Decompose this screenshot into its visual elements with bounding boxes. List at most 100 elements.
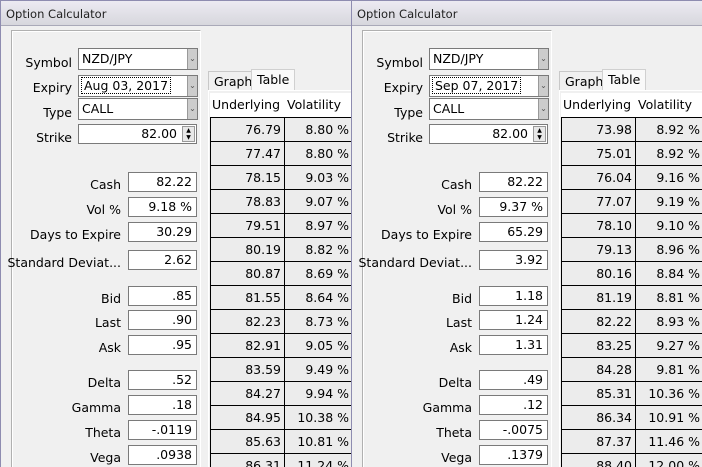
type-label: Type <box>394 105 423 120</box>
vega-field[interactable]: .1379 <box>479 445 548 465</box>
cash-field[interactable]: 82.22 <box>128 172 197 192</box>
volatility-cell: 10.36 % <box>648 386 700 401</box>
ask-field[interactable]: 1.31 <box>479 335 548 355</box>
chevron-down-icon[interactable]: ⌄ <box>187 76 197 96</box>
table-row[interactable]: 80.87 8.69 % <box>210 261 351 285</box>
table-row[interactable]: 77.07 9.19 % <box>561 189 702 213</box>
days-to-expire-field[interactable]: 65.29 <box>479 222 548 242</box>
expiry-label: Expiry <box>383 80 423 95</box>
last-field[interactable]: 1.24 <box>479 310 548 330</box>
vega-field[interactable]: .0938 <box>128 445 197 465</box>
tab-table[interactable]: Table <box>251 69 296 90</box>
table-row[interactable]: 84.27 9.94 % <box>210 381 351 405</box>
standard-deviat-field[interactable]: 3.92 <box>479 250 548 270</box>
chevron-down-icon[interactable]: ⌄ <box>187 99 197 119</box>
table-row[interactable]: 73.98 8.92 % <box>561 117 702 141</box>
chevron-down-icon[interactable]: ⌄ <box>538 49 548 69</box>
column-header-underlying[interactable]: Underlying <box>561 93 636 117</box>
vol-field[interactable]: 9.37 % <box>479 197 548 217</box>
volatility-cell: 9.81 % <box>656 362 700 377</box>
last-field[interactable]: .90 <box>128 310 197 330</box>
table-row[interactable]: 78.15 9.03 % <box>210 165 351 189</box>
volatility-cell: 8.73 % <box>305 314 349 329</box>
volatility-cell: 8.84 % <box>656 266 700 281</box>
volatility-cell: 9.19 % <box>656 194 700 209</box>
theta-field[interactable]: -.0119 <box>128 420 197 440</box>
volatility-cell: 9.10 % <box>656 218 700 233</box>
chevron-down-icon[interactable]: ⌄ <box>187 49 197 69</box>
type-combo[interactable]: CALL ⌄ <box>429 98 549 120</box>
last-label: Last <box>94 315 121 330</box>
table-row[interactable]: 76.04 9.16 % <box>561 165 702 189</box>
window-title: Option Calculator <box>352 0 702 26</box>
table-row[interactable]: 85.31 10.36 % <box>561 381 702 405</box>
table-row[interactable]: 79.13 8.96 % <box>561 237 702 261</box>
chevron-down-icon[interactable]: ⌄ <box>538 99 548 119</box>
expiry-combo[interactable]: Sep 07, 2017 ⌄ <box>429 75 549 97</box>
volatility-cell: 8.92 % <box>656 146 700 161</box>
ask-field[interactable]: .95 <box>128 335 197 355</box>
vol-field[interactable]: 9.18 % <box>128 197 197 217</box>
vol-label: Vol % <box>86 202 121 217</box>
theta-field[interactable]: -.0075 <box>479 420 548 440</box>
table-row[interactable]: 83.25 9.27 % <box>561 333 702 357</box>
underlying-cell: 75.01 <box>561 142 636 165</box>
column-header-underlying[interactable]: Underlying <box>210 93 285 117</box>
last-label: Last <box>445 315 472 330</box>
table-row[interactable]: 81.19 8.81 % <box>561 285 702 309</box>
delta-field[interactable]: .49 <box>479 370 548 390</box>
underlying-cell: 81.55 <box>210 286 285 309</box>
strike-spinner[interactable]: 82.00 ▲ ▼ <box>78 124 197 144</box>
volatility-cell: 9.03 % <box>305 170 349 185</box>
column-header-volatility[interactable]: Volatility <box>636 93 702 117</box>
table-row[interactable]: 87.37 11.46 % <box>561 429 702 453</box>
type-combo[interactable]: CALL ⌄ <box>78 98 198 120</box>
bid-field[interactable]: 1.18 <box>479 286 548 306</box>
bid-field[interactable]: .85 <box>128 286 197 306</box>
gamma-label: Gamma <box>422 400 472 415</box>
underlying-cell: 77.07 <box>561 190 636 213</box>
table-row[interactable]: 81.55 8.64 % <box>210 285 351 309</box>
table-row[interactable]: 77.47 8.80 % <box>210 141 351 165</box>
table-row[interactable]: 83.59 9.49 % <box>210 357 351 381</box>
underlying-cell: 84.28 <box>561 358 636 381</box>
table-row[interactable]: 82.91 9.05 % <box>210 333 351 357</box>
table-row[interactable]: 80.16 8.84 % <box>561 261 702 285</box>
table-row[interactable]: 82.22 8.93 % <box>561 309 702 333</box>
expiry-combo[interactable]: Aug 03, 2017 ⌄ <box>78 75 198 97</box>
underlying-cell: 81.19 <box>561 286 636 309</box>
volatility-cell: 9.27 % <box>656 338 700 353</box>
table-row[interactable]: 79.51 8.97 % <box>210 213 351 237</box>
gamma-field[interactable]: .12 <box>479 395 548 415</box>
table-row[interactable]: 88.40 12.00 % <box>561 453 702 467</box>
table-row[interactable]: 86.34 10.91 % <box>561 405 702 429</box>
underlying-cell: 78.10 <box>561 214 636 237</box>
column-header-volatility[interactable]: Volatility <box>285 93 351 117</box>
table-row[interactable]: 85.63 10.81 % <box>210 429 351 453</box>
cash-field[interactable]: 82.22 <box>479 172 548 192</box>
underlying-cell: 87.37 <box>561 430 636 453</box>
gamma-field[interactable]: .18 <box>128 395 197 415</box>
symbol-combo[interactable]: NZD/JPY ⌄ <box>78 48 198 70</box>
table-row[interactable]: 86.31 11.24 % <box>210 453 351 467</box>
underlying-cell: 85.63 <box>210 430 285 453</box>
chevron-down-icon[interactable]: ⌄ <box>538 76 548 96</box>
standard-deviat-field[interactable]: 2.62 <box>128 250 197 270</box>
table-row[interactable]: 76.79 8.80 % <box>210 117 351 141</box>
spinner-arrows-icon[interactable]: ▲ ▼ <box>182 126 195 142</box>
delta-field[interactable]: .52 <box>128 370 197 390</box>
tab-table[interactable]: Table <box>602 69 647 90</box>
table-row[interactable]: 75.01 8.92 % <box>561 141 702 165</box>
table-row[interactable]: 80.19 8.82 % <box>210 237 351 261</box>
symbol-combo[interactable]: NZD/JPY ⌄ <box>429 48 549 70</box>
spinner-arrows-icon[interactable]: ▲ ▼ <box>533 126 546 142</box>
strike-spinner[interactable]: 82.00 ▲ ▼ <box>429 124 548 144</box>
days-to-expire-field[interactable]: 30.29 <box>128 222 197 242</box>
table-row[interactable]: 84.95 10.38 % <box>210 405 351 429</box>
table-row[interactable]: 78.83 9.07 % <box>210 189 351 213</box>
table-row[interactable]: 84.28 9.81 % <box>561 357 702 381</box>
table-row[interactable]: 82.23 8.73 % <box>210 309 351 333</box>
theta-label: Theta <box>436 425 472 440</box>
table-row[interactable]: 78.10 9.10 % <box>561 213 702 237</box>
table-border <box>561 117 562 467</box>
